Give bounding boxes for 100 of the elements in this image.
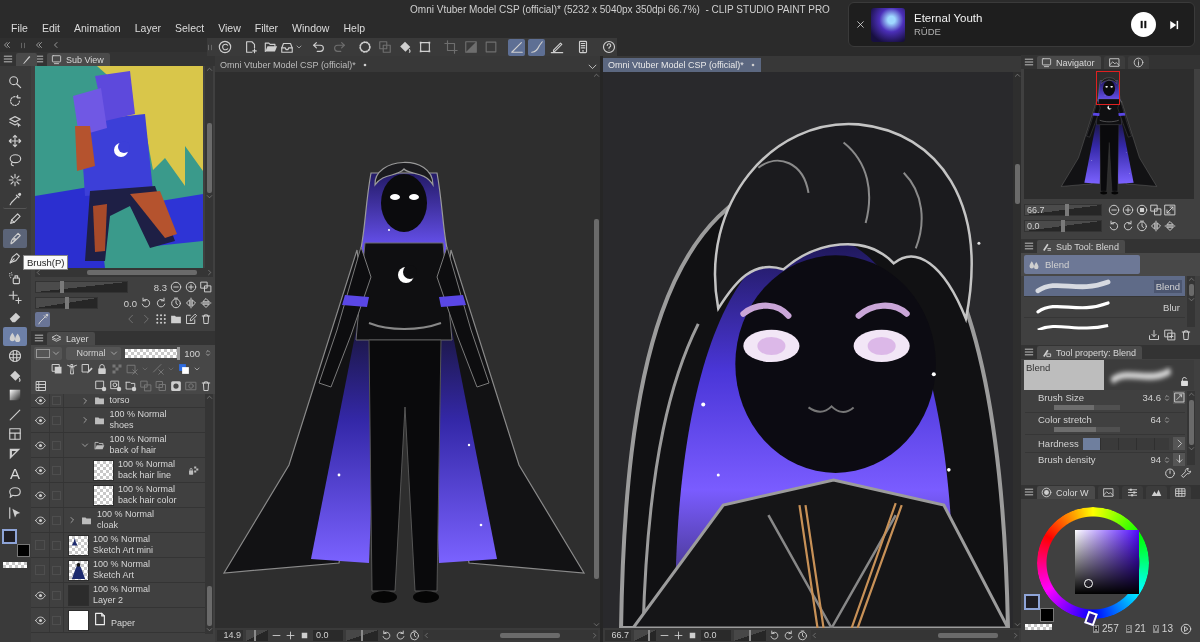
rotate-right-icon[interactable] <box>1122 220 1134 232</box>
fit-window-icon[interactable] <box>200 281 212 293</box>
caret-down-icon[interactable] <box>193 365 201 373</box>
hardness-selector[interactable] <box>1082 437 1169 450</box>
slider-thumb[interactable] <box>253 629 256 641</box>
tool-button[interactable] <box>3 326 27 347</box>
layer-color-icon[interactable] <box>178 363 190 375</box>
tool-button[interactable]: A <box>3 463 27 484</box>
property-option-button[interactable] <box>1173 437 1185 450</box>
transparent-swatch-icon[interactable] <box>3 561 27 568</box>
zoom-slider[interactable] <box>246 629 268 641</box>
dial-icon[interactable] <box>1164 467 1176 479</box>
vertical-scrollbar[interactable] <box>1187 391 1195 465</box>
panel-tab[interactable]: Color W <box>1037 486 1095 499</box>
trash-icon[interactable] <box>200 379 212 392</box>
slider-thumb[interactable] <box>177 346 181 360</box>
color-swatch-icon[interactable] <box>2 528 17 544</box>
property-option-button[interactable] <box>1173 391 1185 404</box>
eye-icon[interactable] <box>34 439 46 451</box>
view-frame-marker[interactable] <box>1096 71 1120 105</box>
toolbar-button[interactable] <box>600 38 617 56</box>
reset-rotation-icon[interactable] <box>797 629 808 641</box>
eye-icon[interactable] <box>34 395 46 406</box>
blend-mode-dropdown[interactable]: Normal <box>66 346 122 360</box>
grid-icon[interactable] <box>155 313 167 325</box>
double-chevron-left-icon[interactable] <box>3 41 11 49</box>
rotate-left-icon[interactable] <box>769 629 780 641</box>
zoom-in-icon[interactable] <box>185 281 197 293</box>
wrench-icon[interactable] <box>1180 467 1192 479</box>
scrollbar-thumb[interactable] <box>593 219 599 579</box>
rotation-slider[interactable] <box>734 629 766 641</box>
zoom-in-icon[interactable] <box>1122 204 1134 216</box>
stacked-squares-icon[interactable] <box>51 363 63 375</box>
layer-list-icon[interactable] <box>35 379 47 392</box>
vertical-scrollbar[interactable] <box>205 394 213 634</box>
menu-icon[interactable] <box>1024 487 1034 497</box>
trash-icon[interactable] <box>1180 329 1192 341</box>
flip-vertical-icon[interactable] <box>200 297 212 309</box>
rotation-value[interactable]: 0.0 <box>313 629 343 641</box>
rotation-slider[interactable] <box>35 297 98 309</box>
scrollbar-thumb[interactable] <box>1188 400 1194 445</box>
duplicate-icon[interactable] <box>1164 329 1176 341</box>
edit-icon[interactable] <box>185 313 197 325</box>
menu-item[interactable]: Edit <box>34 22 67 34</box>
close-icon[interactable] <box>856 20 865 29</box>
play-circle-icon[interactable] <box>1180 622 1192 635</box>
scrollbar-thumb[interactable] <box>206 586 212 626</box>
import-icon[interactable] <box>1148 329 1160 341</box>
rotate-right-icon[interactable] <box>395 629 406 641</box>
menu-item[interactable]: Help <box>336 22 373 34</box>
flip-vertical-icon[interactable] <box>1164 220 1176 232</box>
lock-icon[interactable] <box>96 363 108 375</box>
rotate-left-icon[interactable] <box>140 297 152 309</box>
new-layer-icon[interactable] <box>95 379 107 392</box>
vertical-scrollbar[interactable] <box>205 66 213 268</box>
panel-tab[interactable] <box>1169 486 1191 499</box>
vertical-scrollbar[interactable] <box>1013 72 1021 628</box>
folder-icon[interactable] <box>170 313 182 325</box>
scrollbar-thumb[interactable] <box>206 123 212 193</box>
property-slider[interactable] <box>1054 427 1120 432</box>
panel-tab[interactable]: Tool property: Blend <box>1037 346 1143 359</box>
panel-tab[interactable] <box>1121 486 1143 499</box>
rotate-right-icon[interactable] <box>155 297 167 309</box>
layer-color-dropdown[interactable] <box>34 346 63 360</box>
saturation-value-square[interactable] <box>1075 530 1139 594</box>
eye-icon[interactable] <box>34 589 46 601</box>
toolbar-button[interactable] <box>508 38 525 56</box>
zoom-slider[interactable] <box>35 281 128 293</box>
flip-horizontal-icon[interactable] <box>1150 220 1162 232</box>
slider-thumb[interactable] <box>60 281 65 293</box>
transparent-swatch-icon[interactable] <box>1025 624 1052 630</box>
rotate-left-icon[interactable] <box>381 629 392 641</box>
trash-icon[interactable] <box>200 313 212 325</box>
dot-icon[interactable] <box>749 62 756 68</box>
new-vector-layer-icon[interactable] <box>110 379 122 392</box>
color-swatch-icon[interactable] <box>17 543 30 557</box>
draft-layer-icon[interactable] <box>81 363 93 375</box>
zoom-value[interactable]: 14.9 <box>217 629 243 641</box>
slider-thumb[interactable] <box>64 297 69 309</box>
plus-icon[interactable] <box>285 629 296 641</box>
horizontal-scrollbar[interactable] <box>811 630 1019 640</box>
document-tab[interactable]: Omni Vtuber Model CSP (official)* <box>603 58 761 72</box>
menu-icon[interactable] <box>1024 57 1034 67</box>
skip-next-icon[interactable] <box>1168 18 1180 31</box>
toolbar-button[interactable] <box>528 38 545 56</box>
tool-button[interactable] <box>3 228 27 249</box>
eyedropper-button[interactable] <box>35 311 50 327</box>
scrollbar-thumb[interactable] <box>87 270 197 275</box>
eye-icon[interactable] <box>34 489 46 501</box>
zoom-slider[interactable]: 66.7 <box>1024 204 1102 216</box>
checker-lock-icon[interactable] <box>111 363 123 375</box>
panel-tab[interactable] <box>1097 486 1119 499</box>
menu-item[interactable]: Animation <box>67 22 128 34</box>
zoom-slider[interactable] <box>634 629 656 641</box>
fit-window-icon[interactable] <box>1150 204 1162 216</box>
panel-tab[interactable]: Navigator <box>1037 56 1101 69</box>
menu-item[interactable]: Window <box>285 22 337 34</box>
panel-tab[interactable]: Sub Tool: Blend <box>1037 240 1125 253</box>
rotate-right-icon[interactable] <box>783 629 794 641</box>
rotate-left-icon[interactable] <box>1108 220 1120 232</box>
